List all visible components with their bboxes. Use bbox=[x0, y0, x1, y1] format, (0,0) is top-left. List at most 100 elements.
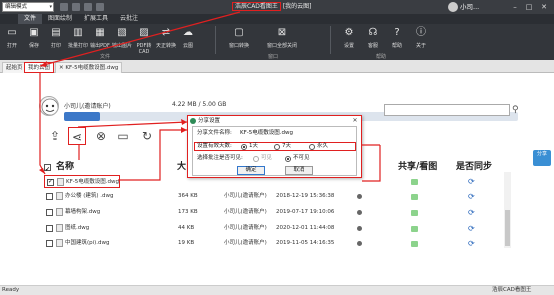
expiry-1-day-radio[interactable] bbox=[241, 144, 247, 150]
share-status-icon[interactable] bbox=[411, 241, 418, 247]
checkbox[interactable] bbox=[44, 163, 51, 177]
table-row[interactable]: 中国建筑(pi).dwg 19 KB 小司儿(邀请账户) 2019-11-05 14:… bbox=[44, 237, 504, 250]
annotations-visible-radio[interactable] bbox=[253, 156, 259, 162]
about-button[interactable]: ⓘ 关于 bbox=[410, 26, 432, 56]
annotation-visibility-label: 选择批注是否可见: bbox=[197, 155, 243, 161]
close-all-windows-button[interactable]: ⊠ 窗口全部关闭 bbox=[262, 26, 302, 56]
row-checkbox[interactable] bbox=[46, 209, 53, 216]
tab-extensions[interactable]: 扩展工具 bbox=[78, 14, 114, 24]
table-row[interactable]: 办公楼 (建筑) .dwg 364 KB 小司儿(邀请账户) 2018-12-19 1… bbox=[44, 190, 504, 203]
file-date: 2020-12-01 11:44:08 bbox=[276, 225, 335, 231]
app-name: 浩辰CAD看图王 bbox=[232, 2, 281, 11]
file-size: 19 KB bbox=[178, 240, 195, 246]
share-status-icon[interactable] bbox=[411, 226, 418, 232]
annotations-hidden-radio[interactable] bbox=[285, 156, 291, 162]
image-icon: ▧ bbox=[117, 27, 127, 38]
headset-icon: ☊ bbox=[368, 27, 378, 38]
info-icon: ⓘ bbox=[416, 27, 426, 38]
file-owner: 小司儿(邀请账户) bbox=[224, 209, 267, 215]
chevron-down-icon: ▾ bbox=[49, 4, 52, 10]
column-share[interactable]: 共享/看图 bbox=[398, 160, 437, 174]
help-button[interactable]: ? 帮助 bbox=[386, 26, 408, 56]
tab-start-page[interactable]: 起始页 bbox=[2, 62, 27, 73]
open-button[interactable]: ▭ 打开 bbox=[1, 26, 23, 56]
avatar bbox=[39, 96, 59, 116]
refresh-icon[interactable]: ↻ bbox=[138, 127, 156, 145]
row-checkbox[interactable] bbox=[46, 193, 53, 200]
column-sync[interactable]: 是否同步 bbox=[456, 160, 492, 174]
tab-file[interactable]: 文件 bbox=[18, 14, 43, 24]
column-name[interactable]: 名称 bbox=[56, 160, 74, 174]
table-row[interactable]: 幕墙构架.dwg 173 KB 小司儿(邀请账户) 2019-07-17 19:10:… bbox=[44, 206, 504, 219]
share-icon[interactable]: ⋖ bbox=[68, 127, 86, 145]
ok-button[interactable]: 确定 bbox=[237, 166, 265, 175]
user-menu[interactable]: 小司... bbox=[448, 1, 479, 13]
upload-icon[interactable]: ⇪ bbox=[46, 127, 64, 145]
batch-print-icon: ▥ bbox=[73, 27, 83, 38]
window-icon: ▢ bbox=[234, 27, 244, 38]
save-button[interactable]: ▣ 保存 bbox=[23, 26, 45, 56]
settings-button[interactable]: ⚙ 设置 bbox=[338, 26, 360, 56]
sync-icon[interactable]: ⟳ bbox=[468, 206, 475, 219]
dwg-file-icon bbox=[56, 224, 63, 232]
search-icon[interactable]: ⚲ bbox=[512, 104, 524, 116]
file-name[interactable]: 图纸.dwg bbox=[65, 222, 89, 235]
tab-drawing-file[interactable]: ✕ KF-5电缆敷设图.dwg bbox=[55, 62, 123, 73]
support-button[interactable]: ☊ 客服 bbox=[362, 26, 384, 56]
tab-drawing[interactable]: 图面绘制 bbox=[42, 14, 78, 24]
sync-icon[interactable]: ⟳ bbox=[468, 190, 475, 203]
mode-select[interactable]: 编辑模式 ▾ bbox=[2, 2, 54, 12]
select-all-checkbox[interactable] bbox=[44, 160, 52, 177]
sync-icon[interactable]: ⟳ bbox=[468, 175, 475, 188]
file-name[interactable]: KF-5电缆敷设图.dwg bbox=[66, 176, 119, 189]
filename-label: 分享文件名称: bbox=[197, 130, 232, 136]
file-name[interactable]: 中国建筑(pi).dwg bbox=[65, 237, 110, 250]
pdf-to-cad-button[interactable]: ▨ PDF转CAD bbox=[133, 26, 155, 56]
tab-my-cloud[interactable]: 我的云图 bbox=[24, 62, 55, 73]
search-input[interactable] bbox=[384, 104, 510, 116]
share-status-icon[interactable] bbox=[411, 194, 418, 200]
new-folder-icon[interactable]: ▭ bbox=[114, 127, 132, 145]
quick-print-icon[interactable] bbox=[84, 3, 92, 11]
tangent-convert-button[interactable]: ⇄ 天正转换 bbox=[155, 26, 177, 56]
window-convert-button[interactable]: ▢ 窗口转换 bbox=[228, 26, 250, 56]
export-image-button[interactable]: ▧ 输出图片 bbox=[111, 26, 133, 56]
row-checkbox[interactable] bbox=[47, 178, 54, 186]
column-size[interactable]: 大 bbox=[177, 160, 186, 174]
file-date: 2018-12-19 15:36:38 bbox=[276, 193, 335, 199]
row-checkbox[interactable] bbox=[46, 225, 53, 232]
share-status-icon[interactable] bbox=[411, 210, 418, 216]
delete-icon[interactable]: ⊗ bbox=[92, 127, 110, 145]
file-owner: 小司儿(邀请账户) bbox=[224, 225, 267, 231]
tab-cloud-markup[interactable]: 云批注 bbox=[114, 14, 144, 24]
sync-icon[interactable]: ⟳ bbox=[468, 222, 475, 235]
file-name[interactable]: 办公楼 (建筑) .dwg bbox=[65, 190, 114, 203]
status-text: Ready bbox=[2, 287, 20, 293]
export-pdf-button[interactable]: ▦ 输出PDF bbox=[89, 26, 111, 56]
row-checkbox[interactable] bbox=[46, 240, 53, 247]
cloud-button[interactable]: ☁ 云图 bbox=[177, 26, 199, 56]
table-row[interactable]: KF-5电缆敷设图.dwg bbox=[44, 175, 120, 188]
quick-open-icon[interactable] bbox=[60, 3, 68, 11]
expiry-permanent-radio[interactable] bbox=[309, 144, 315, 150]
file-name[interactable]: 幕墙构架.dwg bbox=[65, 206, 100, 219]
scrollbar-thumb[interactable] bbox=[505, 210, 510, 246]
tab-close-icon[interactable]: ✕ bbox=[59, 65, 64, 71]
gear-icon: ⚙ bbox=[344, 27, 354, 38]
table-row[interactable]: 图纸.dwg 44 KB 小司儿(邀请账户) 2020-12-01 11:44:08 bbox=[44, 222, 504, 235]
minimize-icon[interactable]: – bbox=[510, 2, 520, 12]
print-button[interactable]: ▤ 打印 bbox=[45, 26, 67, 56]
dwg-file-icon bbox=[56, 239, 63, 247]
sync-icon[interactable]: ⟳ bbox=[468, 237, 475, 250]
cancel-button[interactable]: 取消 bbox=[285, 166, 313, 175]
quick-undo-icon[interactable] bbox=[96, 3, 104, 11]
expiry-7-day-radio[interactable] bbox=[274, 144, 280, 150]
share-status-icon[interactable] bbox=[411, 179, 418, 185]
maximize-icon[interactable]: □ bbox=[524, 2, 534, 12]
quick-save-icon[interactable] bbox=[72, 3, 80, 11]
close-icon[interactable]: ✕ bbox=[539, 2, 549, 12]
share-side-badge[interactable]: 分享 bbox=[533, 150, 551, 166]
file-owner: 小司儿(邀请账户) bbox=[224, 240, 267, 246]
batch-print-button[interactable]: ▥ 批量打印 bbox=[67, 26, 89, 56]
close-icon[interactable]: ✕ bbox=[351, 117, 359, 125]
